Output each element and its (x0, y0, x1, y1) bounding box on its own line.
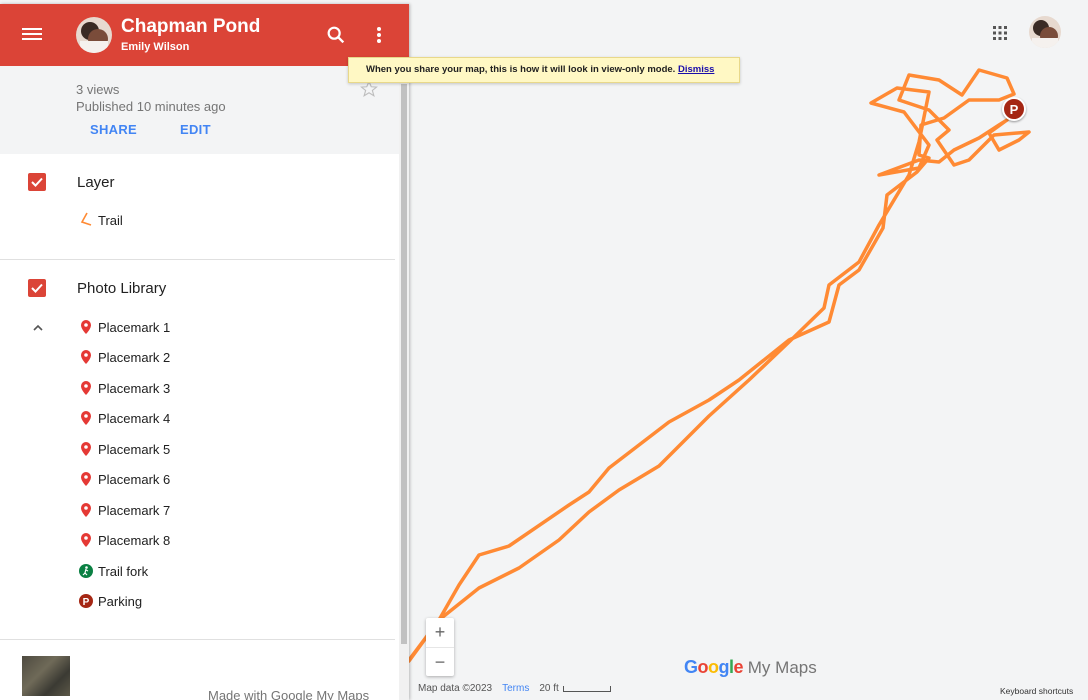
my-maps-label: My Maps (743, 658, 817, 677)
red-pin-icon (81, 350, 91, 364)
red-pin-icon (81, 381, 91, 395)
edit-button[interactable]: EDIT (180, 122, 211, 137)
published-time: Published 10 minutes ago (76, 99, 226, 114)
keyboard-shortcuts-link[interactable]: Keyboard shortcuts (1000, 686, 1073, 696)
view-count: 3 views (76, 82, 120, 97)
owner-avatar (76, 17, 112, 53)
layer-visibility-checkbox[interactable] (28, 173, 46, 191)
red-pin-icon (81, 442, 91, 456)
placemark-8[interactable]: Placemark 8 (78, 530, 170, 550)
parking-item[interactable]: P Parking (78, 591, 142, 611)
more-vert-icon[interactable] (372, 24, 386, 46)
placemark-1[interactable]: Placemark 1 (78, 317, 170, 337)
layer-item-trail[interactable]: Trail (78, 210, 123, 230)
placemark-label: Placemark 1 (98, 319, 171, 335)
map-owner: Emily Wilson (121, 41, 190, 53)
placemark-label: Placemark 2 (98, 349, 171, 365)
placemark-label: Parking (98, 593, 143, 609)
share-button[interactable]: SHARE (90, 122, 137, 137)
placemark-2[interactable]: Placemark 2 (78, 347, 170, 367)
scale-label[interactable]: 20 ft (539, 683, 558, 694)
panel-scrollbar[interactable] (399, 70, 409, 700)
apps-grid-icon[interactable] (992, 25, 1008, 41)
photo-library-visibility-checkbox[interactable] (28, 279, 46, 297)
trail-fork-item[interactable]: Trail fork (78, 561, 148, 581)
placemark-label: Placemark 4 (98, 410, 171, 426)
account-avatar[interactable] (1029, 16, 1061, 48)
placemark-6[interactable]: Placemark 6 (78, 469, 170, 489)
placemark-label: Placemark 3 (98, 380, 171, 396)
hiker-icon (79, 564, 93, 578)
layer-title: Photo Library (77, 280, 167, 297)
placemark-label: Placemark 7 (98, 502, 171, 518)
placemark-label: Trail fork (98, 563, 149, 579)
zoom-out-button[interactable]: − (426, 647, 454, 676)
red-pin-icon (81, 411, 91, 425)
svg-text:P: P (83, 597, 90, 608)
red-pin-icon (81, 320, 91, 334)
google-my-maps-logo: Google My Maps (684, 657, 817, 678)
red-pin-icon (81, 533, 91, 547)
placemark-4[interactable]: Placemark 4 (78, 408, 170, 428)
scrollbar-thumb[interactable] (401, 84, 407, 644)
view-only-banner: When you share your map, this is how it … (348, 57, 740, 83)
trail-line-icon (80, 212, 92, 226)
scale-bar (562, 685, 611, 692)
dismiss-link[interactable]: Dismiss (678, 64, 714, 75)
placemark-7[interactable]: Placemark 7 (78, 500, 170, 520)
trail-route[interactable] (409, 0, 1088, 700)
hamburger-menu-icon[interactable] (22, 25, 42, 45)
map-canvas[interactable] (409, 0, 1088, 700)
photo-library-section: Photo Library Placemark 1 Placemark 2 Pl… (0, 260, 395, 640)
layer-section: Layer Trail (0, 154, 395, 260)
banner-text: When you share your map, this is how it … (366, 64, 676, 75)
placemark-5[interactable]: Placemark 5 (78, 439, 170, 459)
terms-link[interactable]: Terms (502, 683, 529, 694)
zoom-in-button[interactable]: + (426, 618, 454, 647)
placemark-label: Placemark 6 (98, 471, 171, 487)
google-wordmark: Google (684, 657, 744, 677)
chevron-up-icon[interactable] (31, 321, 45, 335)
map-footer: Map data ©2023 Terms 20 ft (418, 683, 611, 694)
layer-title: Layer (77, 174, 115, 191)
map-data-attribution: Map data ©2023 (418, 683, 493, 694)
parking-map-marker[interactable]: P (1002, 97, 1026, 121)
search-icon[interactable] (325, 24, 347, 46)
red-pin-icon (81, 472, 91, 486)
red-pin-icon (81, 503, 91, 517)
photo-thumbnail[interactable] (22, 656, 70, 696)
zoom-controls: + − (426, 618, 454, 676)
placemark-3[interactable]: Placemark 3 (78, 378, 170, 398)
parking-icon: P (79, 594, 93, 608)
made-with-label: Made with Google My Maps (208, 688, 370, 700)
map-title: Chapman Pond (121, 16, 261, 37)
placemark-label: Placemark 5 (98, 441, 171, 457)
placemark-label: Placemark 8 (98, 532, 171, 548)
map-sidebar-panel: Chapman Pond Emily Wilson 3 views Publis… (0, 4, 409, 700)
layer-item-label: Trail (98, 212, 123, 228)
